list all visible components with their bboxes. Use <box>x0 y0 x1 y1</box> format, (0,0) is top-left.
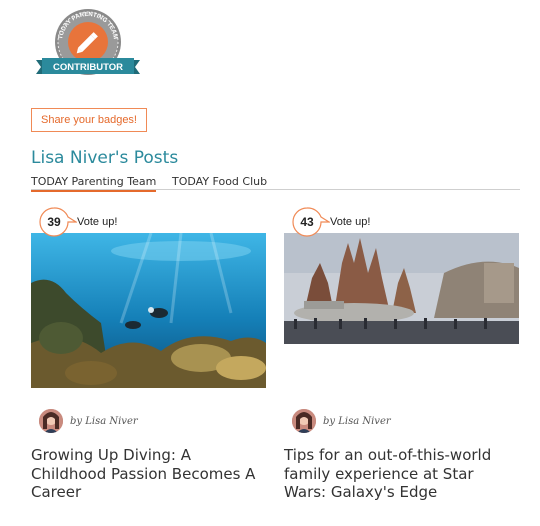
vote-label: Vote up! <box>330 216 371 228</box>
post-title[interactable]: Tips for an out-of-this-world family exp… <box>284 446 514 502</box>
badge-icon: TODAY PARENTING TEAM CONTRIBUTOR <box>36 9 140 75</box>
post-image-diving[interactable] <box>31 233 266 388</box>
vote-bubble: 43 <box>292 207 330 237</box>
vote-up-button[interactable]: 39 Vote up! <box>39 207 117 237</box>
vote-count: 39 <box>47 215 61 229</box>
avatar <box>39 409 63 433</box>
page-title: Lisa Niver's Posts <box>31 148 179 168</box>
author-byline: by Lisa Niver <box>323 415 391 427</box>
tab-today-food-club[interactable]: TODAY Food Club <box>172 175 267 190</box>
post-author[interactable]: by Lisa Niver <box>292 409 391 433</box>
tab-bar: TODAY Parenting Team TODAY Food Club <box>31 175 520 192</box>
vote-count: 43 <box>300 215 314 229</box>
avatar <box>292 409 316 433</box>
contributor-badge: TODAY PARENTING TEAM CONTRIBUTOR <box>36 8 140 84</box>
post-author[interactable]: by Lisa Niver <box>39 409 138 433</box>
badge-ribbon-label: CONTRIBUTOR <box>53 62 123 73</box>
post-image-galaxys-edge[interactable] <box>284 233 519 344</box>
vote-bubble: 39 <box>39 207 77 237</box>
author-byline: by Lisa Niver <box>70 415 138 427</box>
post-title[interactable]: Growing Up Diving: A Childhood Passion B… <box>31 446 261 502</box>
vote-label: Vote up! <box>77 216 118 228</box>
vote-up-button[interactable]: 43 Vote up! <box>292 207 370 237</box>
tab-today-parenting-team[interactable]: TODAY Parenting Team <box>31 175 157 192</box>
share-badges-button[interactable]: Share your badges! <box>31 108 147 132</box>
